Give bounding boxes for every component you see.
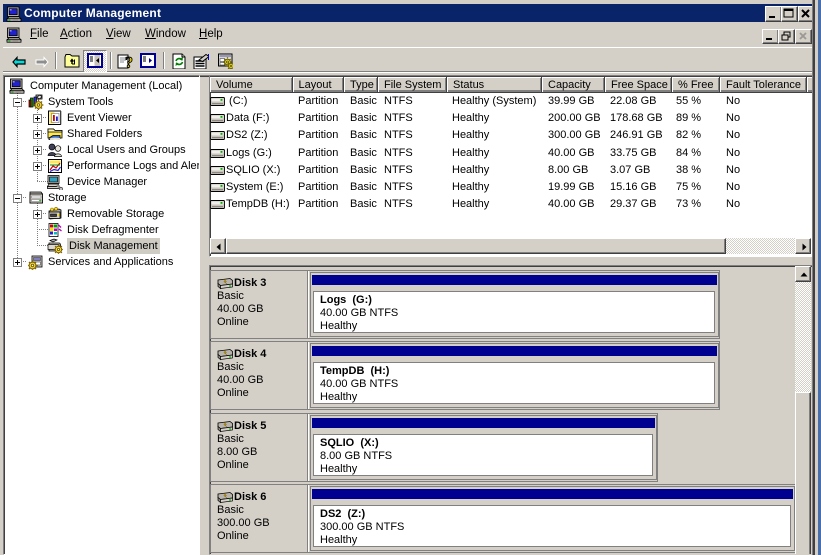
svg-text:?: ?	[125, 55, 133, 70]
